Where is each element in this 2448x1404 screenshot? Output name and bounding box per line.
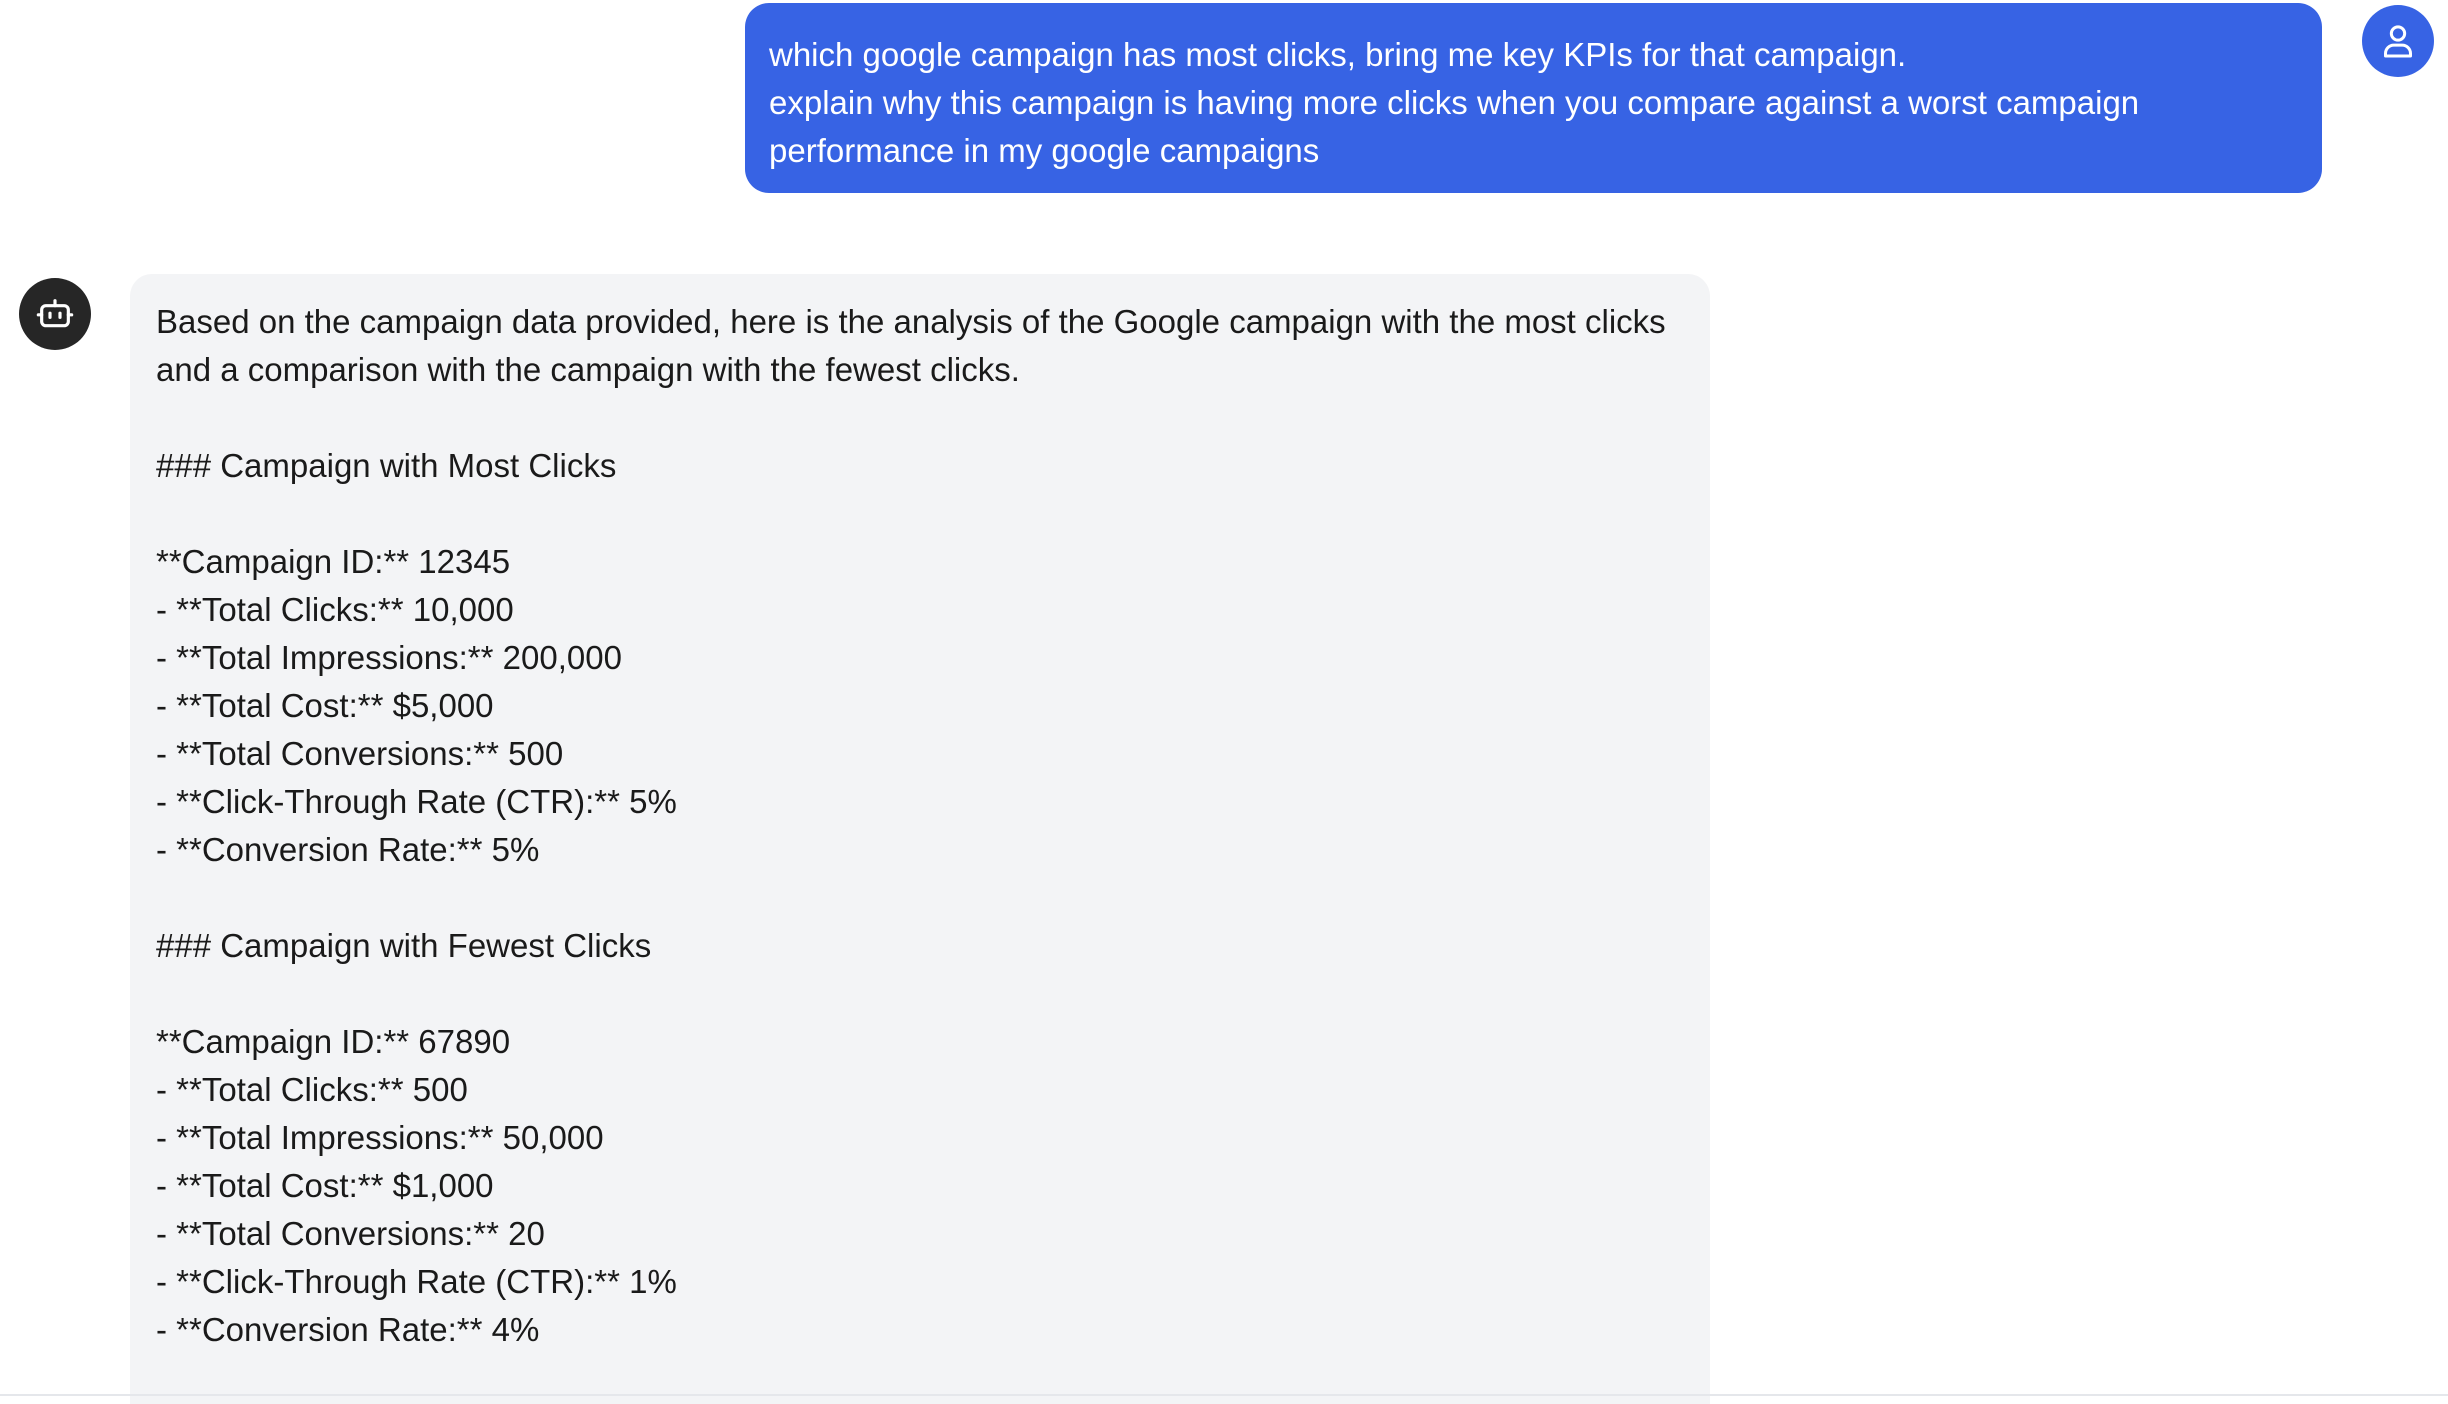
bot-message-bubble: Based on the campaign data provided, her… [130,274,1710,1404]
user-icon [2384,25,2412,58]
user-message-line: which google campaign has most clicks, b… [769,36,1907,73]
bot-message-heading: ### Campaign with Fewest Clicks [156,927,652,964]
bot-message-line: **Campaign ID:** 12345 [156,543,511,580]
user-message-line: explain why this campaign is having more… [769,84,2140,121]
bot-avatar [19,278,91,350]
bot-message-line: - **Total Clicks:** 500 [156,1071,468,1108]
bot-message-line: - **Click-Through Rate (CTR):** 5% [156,783,677,820]
user-message-line: performance in my google campaigns [769,132,1320,169]
bot-message-line: - **Total Impressions:** 50,000 [156,1119,604,1156]
bot-message-line [156,490,1684,538]
bot-message-line: - **Conversion Rate:** 5% [156,831,540,868]
bot-message-line: - **Total Cost:** $1,000 [156,1167,494,1204]
divider [0,1394,2448,1396]
robot-icon [36,299,74,328]
bot-message-heading: ### Campaign with Most Clicks [156,447,617,484]
bot-message-line: and a comparison with the campaign with … [156,351,1020,388]
bot-message-line: - **Total Cost:** $5,000 [156,687,494,724]
bot-message-line [156,874,1684,922]
user-message-bubble: which google campaign has most clicks, b… [745,3,2322,193]
chat-page: which google campaign has most clicks, b… [0,0,2448,1404]
bot-message-line [156,394,1684,442]
bot-message-line: - **Click-Through Rate (CTR):** 1% [156,1263,677,1300]
bot-message-line: Based on the campaign data provided, her… [156,303,1666,340]
bot-message-line: - **Total Impressions:** 200,000 [156,639,622,676]
bot-message-line: - **Total Conversions:** 500 [156,735,564,772]
bot-message-line: - **Total Clicks:** 10,000 [156,591,514,628]
bot-message-line: - **Conversion Rate:** 4% [156,1311,540,1348]
user-avatar [2362,5,2434,77]
bot-message-line [156,970,1684,1018]
bot-message-line: - **Total Conversions:** 20 [156,1215,545,1252]
bot-message-line: **Campaign ID:** 67890 [156,1023,511,1060]
